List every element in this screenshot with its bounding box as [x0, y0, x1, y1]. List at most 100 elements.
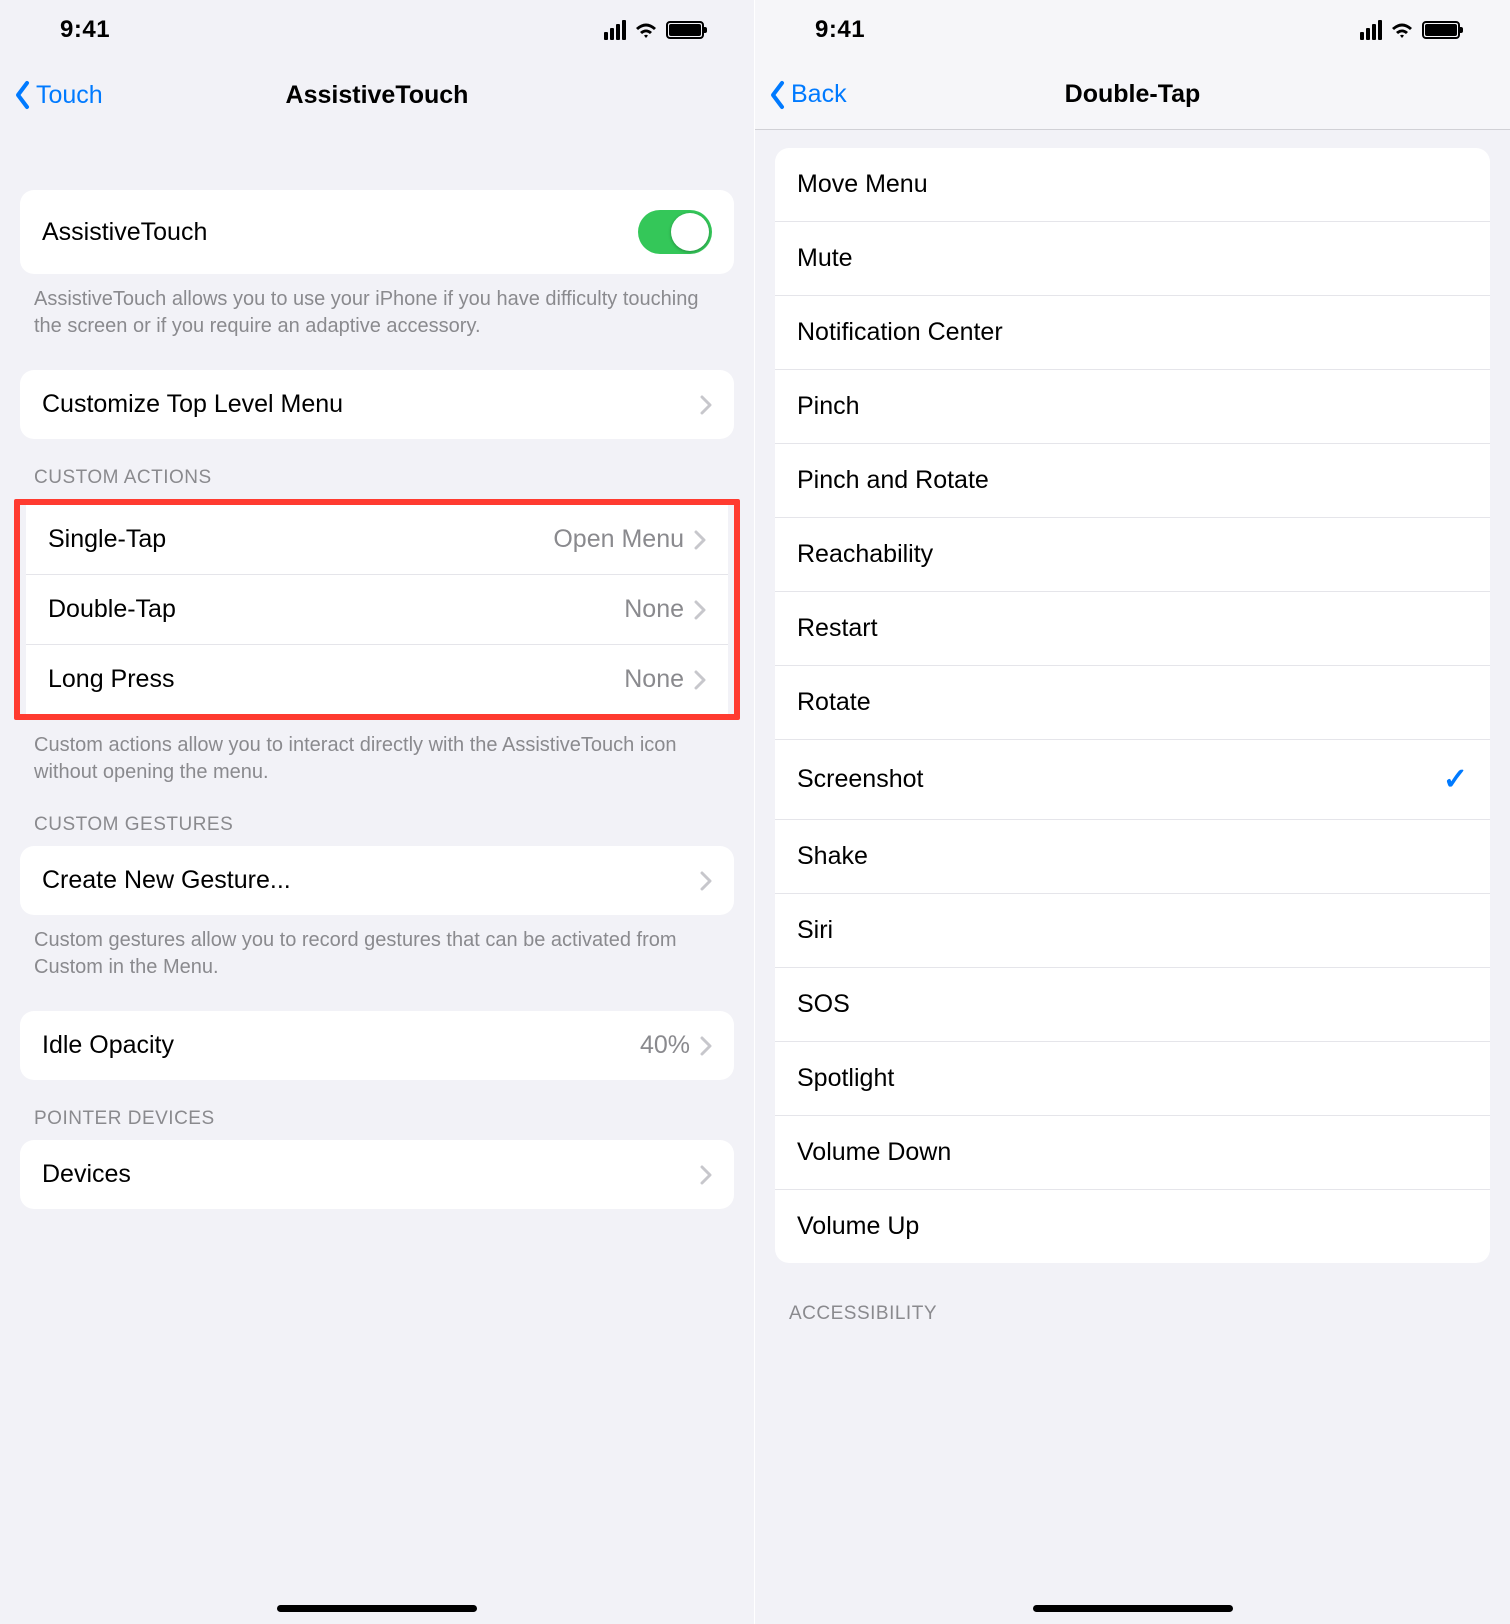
option-row[interactable]: SOS: [775, 968, 1490, 1042]
idle-opacity-card: Idle Opacity 40%: [20, 1011, 734, 1080]
custom-actions-card: Single-Tap Open Menu Double-Tap None Lon…: [26, 505, 728, 714]
option-row[interactable]: Pinch and Rotate: [775, 444, 1490, 518]
options-list: Move Menu Mute Notification Center Pinch Pin…: [775, 148, 1490, 1263]
option-label: Spotlight: [797, 1064, 894, 1093]
chevron-right-icon: [700, 871, 712, 891]
toggle-footer: AssistiveTouch allows you to use your iP…: [0, 274, 754, 340]
row-label: Customize Top Level Menu: [42, 390, 700, 419]
option-row[interactable]: Restart: [775, 592, 1490, 666]
custom-actions-footer: Custom actions allow you to interact dir…: [0, 720, 754, 786]
option-row[interactable]: Notification Center: [775, 296, 1490, 370]
option-label: Screenshot: [797, 765, 923, 794]
row-label: Devices: [42, 1160, 700, 1189]
nav-title: Double-Tap: [755, 80, 1510, 109]
toggle-card: AssistiveTouch: [20, 190, 734, 274]
option-label: Shake: [797, 842, 868, 871]
home-indicator[interactable]: [1033, 1605, 1233, 1612]
option-row[interactable]: Shake: [775, 820, 1490, 894]
wifi-icon: [1390, 21, 1414, 39]
home-indicator[interactable]: [277, 1605, 477, 1612]
chevron-right-icon: [700, 1165, 712, 1185]
accessibility-header: ACCESSIBILITY: [755, 1263, 1510, 1335]
highlight-box: Single-Tap Open Menu Double-Tap None Lon…: [14, 499, 740, 720]
devices-row[interactable]: Devices: [20, 1140, 734, 1209]
back-button[interactable]: Touch: [0, 80, 103, 110]
chevron-right-icon: [694, 600, 706, 620]
screen-assistivetouch: 9:41 Touch AssistiveTouch AssistiveTouch…: [0, 0, 755, 1624]
status-time: 9:41: [60, 16, 110, 44]
pointer-devices-card: Devices: [20, 1140, 734, 1209]
option-row[interactable]: Reachability: [775, 518, 1490, 592]
status-bar: 9:41: [755, 0, 1510, 60]
option-row[interactable]: Move Menu: [775, 148, 1490, 222]
row-value: 40%: [640, 1031, 690, 1060]
toggle-switch[interactable]: [638, 210, 712, 254]
option-label: SOS: [797, 990, 850, 1019]
row-label: Idle Opacity: [42, 1031, 640, 1060]
double-tap-row[interactable]: Double-Tap None: [26, 574, 728, 644]
custom-gestures-footer: Custom gestures allow you to record gest…: [0, 915, 754, 981]
battery-icon: [1422, 21, 1460, 39]
option-label: Move Menu: [797, 170, 928, 199]
option-row[interactable]: Siri: [775, 894, 1490, 968]
cellular-icon: [1360, 20, 1382, 40]
custom-actions-header: CUSTOM ACTIONS: [0, 439, 754, 499]
option-row[interactable]: Pinch: [775, 370, 1490, 444]
option-label: Notification Center: [797, 318, 1003, 347]
option-row[interactable]: Mute: [775, 222, 1490, 296]
option-row[interactable]: Volume Up: [775, 1190, 1490, 1263]
option-label: Pinch and Rotate: [797, 466, 989, 495]
nav-bar: Back Double-Tap: [755, 60, 1510, 130]
row-label: Long Press: [48, 665, 624, 694]
back-label: Touch: [36, 81, 103, 110]
option-label: Pinch: [797, 392, 860, 421]
customize-card: Customize Top Level Menu: [20, 370, 734, 439]
option-label: Reachability: [797, 540, 933, 569]
nav-title: AssistiveTouch: [0, 81, 754, 110]
options-scroll[interactable]: Move Menu Mute Notification Center Pinch Pin…: [755, 130, 1510, 1624]
row-label: Double-Tap: [48, 595, 624, 624]
option-label: Volume Up: [797, 1212, 919, 1241]
row-value: None: [624, 595, 684, 624]
chevron-right-icon: [694, 670, 706, 690]
single-tap-row[interactable]: Single-Tap Open Menu: [26, 505, 728, 574]
option-row[interactable]: Volume Down: [775, 1116, 1490, 1190]
pointer-devices-header: POINTER DEVICES: [0, 1080, 754, 1140]
option-label: Siri: [797, 916, 833, 945]
option-row[interactable]: Screenshot ✓: [775, 740, 1490, 820]
chevron-right-icon: [694, 530, 706, 550]
wifi-icon: [634, 21, 658, 39]
assistivetouch-toggle-row[interactable]: AssistiveTouch: [20, 190, 734, 274]
option-label: Mute: [797, 244, 853, 273]
custom-gestures-card: Create New Gesture...: [20, 846, 734, 915]
status-icons: [1360, 20, 1460, 40]
option-row[interactable]: Spotlight: [775, 1042, 1490, 1116]
status-time: 9:41: [815, 16, 865, 44]
toggle-label: AssistiveTouch: [42, 218, 638, 247]
customize-top-level-menu-row[interactable]: Customize Top Level Menu: [20, 370, 734, 439]
create-new-gesture-row[interactable]: Create New Gesture...: [20, 846, 734, 915]
chevron-right-icon: [700, 1036, 712, 1056]
option-label: Restart: [797, 614, 878, 643]
nav-bar: Touch AssistiveTouch: [0, 60, 754, 130]
back-button[interactable]: Back: [755, 80, 847, 110]
screen-doubletap-options: 9:41 Back Double-Tap Move Menu Mute Notifi…: [755, 0, 1510, 1624]
row-label: Single-Tap: [48, 525, 553, 554]
chevron-left-icon: [769, 80, 787, 110]
row-value: Open Menu: [553, 525, 684, 554]
cellular-icon: [604, 20, 626, 40]
row-label: Create New Gesture...: [42, 866, 700, 895]
long-press-row[interactable]: Long Press None: [26, 644, 728, 714]
idle-opacity-row[interactable]: Idle Opacity 40%: [20, 1011, 734, 1080]
checkmark-icon: ✓: [1443, 762, 1468, 797]
option-label: Rotate: [797, 688, 871, 717]
status-icons: [604, 20, 704, 40]
custom-gestures-header: CUSTOM GESTURES: [0, 786, 754, 846]
option-label: Volume Down: [797, 1138, 951, 1167]
back-label: Back: [791, 80, 847, 109]
row-value: None: [624, 665, 684, 694]
chevron-left-icon: [14, 80, 32, 110]
battery-icon: [666, 21, 704, 39]
status-bar: 9:41: [0, 0, 754, 60]
option-row[interactable]: Rotate: [775, 666, 1490, 740]
